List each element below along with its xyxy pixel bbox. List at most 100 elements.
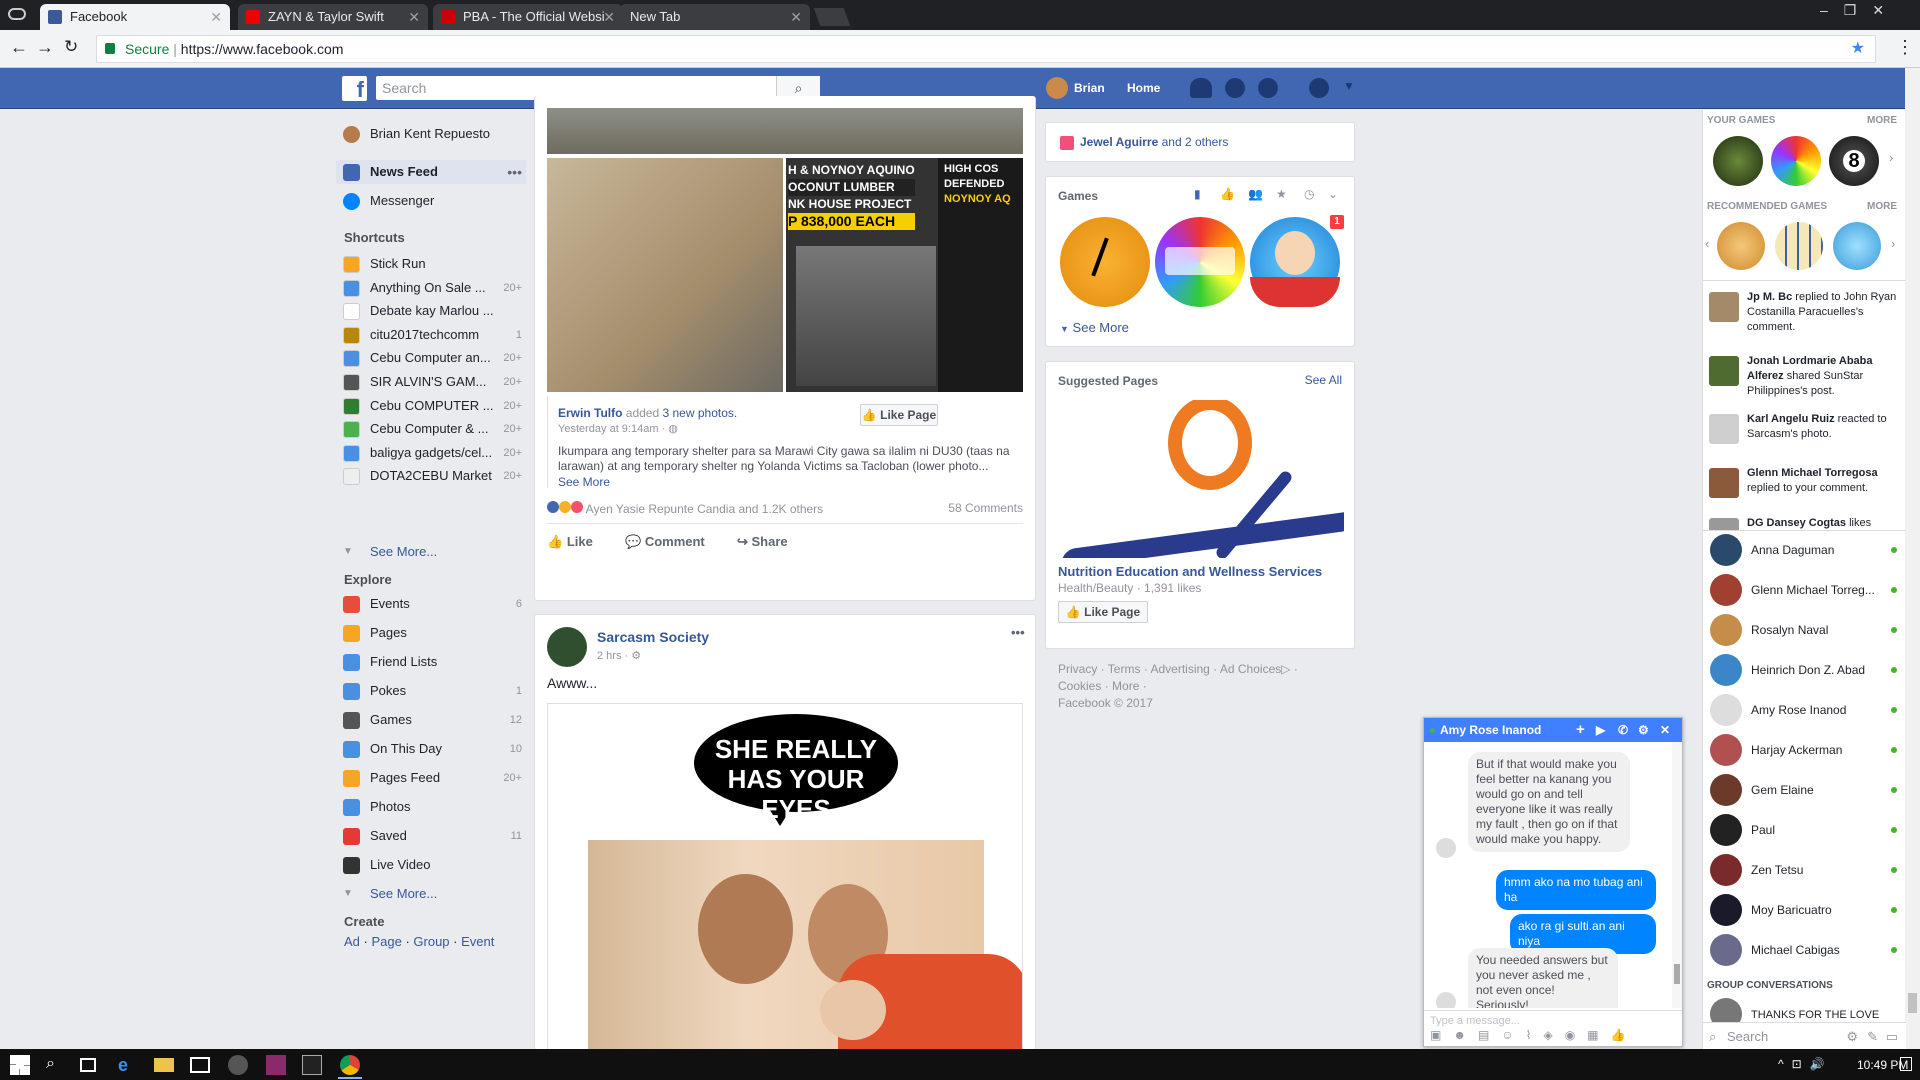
create-page-link[interactable]: Page [371,934,401,949]
comments-count[interactable]: 58 Comments [948,501,1023,515]
post-timestamp[interactable]: 2 hrs · ⚙ [597,649,641,662]
forward-icon[interactable]: → [36,37,54,58]
chat-settings-icon[interactable]: ⚙ [1638,718,1649,742]
game-icon-chess[interactable] [1713,136,1763,186]
chat-search[interactable]: ⌕ Search ⚙ ✎ ▭ [1703,1022,1906,1050]
explore-item[interactable]: Pages Feed 20+ [336,766,526,790]
post-image[interactable]: SHE REALLY HAS YOUR EYES [547,703,1023,1051]
author-link[interactable]: Sarcasm Society [597,629,709,645]
app-icon[interactable] [228,1055,248,1075]
advertising-link[interactable]: Advertising [1150,662,1209,676]
back-icon[interactable]: ← [10,37,28,58]
explore-item[interactable]: Friend Lists [336,650,526,674]
sidebar-item-news-feed[interactable]: News Feed ••• [336,160,526,184]
see-all-link[interactable]: See All [1305,373,1342,387]
camera-icon[interactable]: ◉ [1565,1028,1587,1042]
shortcut-item[interactable]: Cebu COMPUTER ... 20+ [336,394,526,418]
system-tray[interactable]: ^⊡🔊 [1778,1057,1833,1071]
like-button[interactable]: 👍 Like [547,534,593,550]
close-tab-icon[interactable]: ✕ [210,4,222,30]
windows-start-icon[interactable] [10,1055,30,1075]
explore-item[interactable]: On This Day 10 [336,737,526,761]
clock-icon[interactable]: ◷ [1304,187,1314,201]
game-icon-word[interactable] [1775,222,1823,270]
task-view-icon[interactable] [80,1058,96,1072]
thumbs-up-icon[interactable]: 👍 [1220,187,1235,201]
your-games-more[interactable]: MORE [1867,115,1897,126]
chat-contact-name[interactable]: Amy Rose Inanod [1440,723,1541,737]
tab-facebook[interactable]: Facebook ✕ [40,4,230,30]
shortcut-item[interactable]: DOTA2CEBU Market 20+ [336,464,526,488]
post-timestamp[interactable]: Yesterday at 9:14am · ◍ [558,422,678,435]
chat-message-input[interactable]: Type a message... [1424,1010,1682,1028]
facebook-logo-icon[interactable]: f [342,76,367,102]
account-menu-icon[interactable]: ▼ [1343,79,1355,93]
messages-icon[interactable] [1225,78,1245,98]
tab-youtube[interactable]: ZAYN & Taylor Swift ✕ [238,4,428,30]
contact-item[interactable]: Rosalyn Naval [1707,612,1903,648]
avatar[interactable] [1046,77,1068,99]
tab-new-tab[interactable]: New Tab ✕ [620,4,810,30]
chevron-right-icon[interactable]: › [1889,150,1893,165]
bookmark-icon[interactable]: ▮ [1194,187,1201,201]
chevron-left-icon[interactable]: ‹ [1705,236,1709,251]
explore-item[interactable]: Photos [336,795,526,819]
suggested-page-name[interactable]: Nutrition Education and Wellness Service… [1058,564,1322,579]
sidebar-item-profile[interactable]: Brian Kent Repuesto [336,122,526,146]
contact-item[interactable]: Zen Tetsu [1707,852,1903,888]
shortcut-item[interactable]: Debate kay Marlou ... [336,299,526,323]
contact-item[interactable]: Gem Elaine [1707,772,1903,808]
settings-icon[interactable]: ⚙ [1846,1023,1858,1051]
game-character[interactable] [1250,217,1340,307]
shortcut-item[interactable]: Cebu Computer an... 20+ [336,346,526,370]
avatar[interactable] [547,627,587,667]
create-group-link[interactable]: Group [413,934,449,949]
see-more-link[interactable]: See More [558,475,610,489]
shortcut-item[interactable]: Cebu Computer & ... 20+ [336,417,526,441]
sticker-icon[interactable]: ☻ [1453,1028,1478,1042]
notifications-icon[interactable] [1258,78,1278,98]
calendar-icon[interactable]: ▦ [1587,1028,1610,1042]
shortcut-item[interactable]: citu2017techcomm 1 [336,323,526,347]
suggested-page-image[interactable] [1058,400,1344,558]
menu-icon[interactable]: ⋮ [1896,37,1914,58]
search-icon[interactable]: ⌕ [46,1055,66,1075]
window-controls[interactable]: –❐✕ [1820,2,1920,19]
game-icon-8ball[interactable]: 8 [1829,136,1879,186]
shortcut-item[interactable]: Anything On Sale ... 20+ [336,276,526,300]
ticker-item[interactable]: DG Dansey Cogtas likes [1707,516,1903,530]
post-photo-shelter[interactable] [547,158,783,392]
notifications-icon[interactable] [1900,1057,1912,1071]
chevron-right-icon[interactable]: › [1891,236,1895,251]
page-scrollbar[interactable] [1905,68,1920,1049]
recommended-games-more[interactable]: MORE [1867,201,1897,212]
explore-item[interactable]: Live Video [336,853,526,877]
ticker-item[interactable]: Karl Angelu Ruiz reacted to Sarcasm's ph… [1707,412,1903,444]
contact-item[interactable]: Amy Rose Inanod [1707,692,1903,728]
new-tab-button[interactable] [813,8,851,26]
attach-icon[interactable]: ⌇ [1526,1028,1544,1042]
contact-item[interactable]: Paul [1707,812,1903,848]
ad-choices-link[interactable]: Ad Choices [1220,662,1281,676]
reactions-row[interactable]: Ayen Yasie Repunte Candia and 1.2K other… [547,501,1023,516]
cmd-icon[interactable] [302,1055,322,1075]
photos-link[interactable]: 3 new photos. [663,406,738,420]
close-icon[interactable]: ✕ [1660,718,1670,742]
birthday-name-link[interactable]: Jewel Aguirre [1080,135,1158,149]
game-icon-faces[interactable] [1717,222,1765,270]
winrar-icon[interactable] [266,1055,286,1075]
reload-icon[interactable]: ↻ [64,37,78,57]
ticker-item[interactable]: Jonah Lordmarie Ababa Alferez shared Sun… [1707,354,1903,399]
gif-icon[interactable]: ▤ [1478,1028,1501,1042]
new-message-icon[interactable]: ✎ [1867,1023,1878,1051]
home-link[interactable]: Home [1127,81,1160,95]
see-more-shortcuts[interactable]: ▼ See More... [336,540,526,564]
birthday-others[interactable]: and 2 others [1158,135,1229,149]
contact-item[interactable]: Heinrich Don Z. Abad [1707,652,1903,688]
create-ad-link[interactable]: Ad [344,934,360,949]
close-tab-icon[interactable]: ✕ [603,4,615,30]
bookmark-star-icon[interactable]: ★ [1851,36,1865,62]
comment-button[interactable]: 💬 Comment [625,534,705,550]
cookies-link[interactable]: Cookies [1058,679,1101,693]
like-page-button[interactable]: 👍 Like Page [860,404,938,426]
